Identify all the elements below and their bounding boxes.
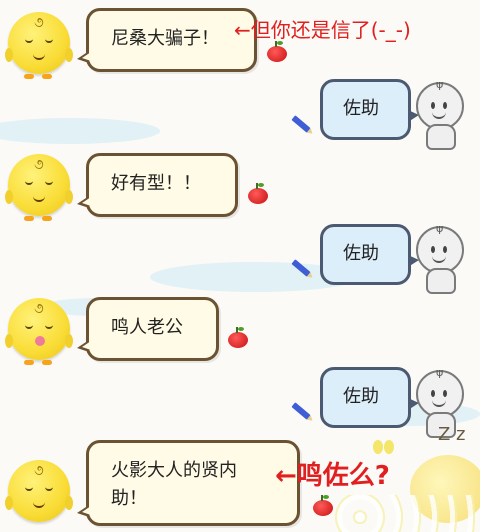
eye-icon [431, 102, 435, 109]
message-bubble-left[interactable]: 火影大人的贤内 助！ [77, 440, 300, 526]
eye-icon [431, 246, 435, 253]
eye-icon [431, 390, 435, 397]
message-text: 鸣人老公 [111, 317, 183, 338]
wing-icon [5, 48, 13, 62]
mouth-icon [33, 194, 45, 202]
hair-icon: ψ [436, 222, 444, 235]
message-bubble-right[interactable]: 佐助 [320, 367, 419, 428]
message-bubble-right[interactable]: 佐助 [320, 79, 419, 140]
curl-icon: ૭ [34, 301, 44, 317]
wing-icon [5, 190, 13, 204]
message-text-line2: 助！ [111, 488, 147, 509]
eye-icon [45, 180, 53, 185]
tongue-icon [35, 336, 45, 346]
foot-icon [42, 360, 52, 365]
chick-avatar[interactable]: ૭ [5, 298, 73, 365]
wing-icon [65, 190, 73, 204]
mouth-icon [33, 500, 45, 508]
curl-icon: ૭ [34, 15, 44, 31]
message-text: 好有型！！ [111, 173, 201, 194]
flowers-decoration [330, 495, 480, 532]
eye-icon [45, 486, 53, 491]
message-annotation: ←但你还是信了(-_-) [234, 18, 411, 42]
eye-icon [45, 38, 53, 43]
mouth-icon [432, 256, 446, 263]
message-text: 佐助 [343, 243, 379, 264]
eye-icon [25, 324, 33, 329]
message-bubble-left[interactable]: 鸣人老公 [77, 297, 219, 361]
foot-icon [24, 74, 34, 79]
apple-icon [228, 327, 248, 348]
message-bubble-right[interactable]: 佐助 [320, 224, 419, 285]
message-text-line1: 火影大人的贤内 [111, 460, 237, 481]
wing-icon [5, 496, 13, 510]
hair-icon: ψ [436, 78, 444, 91]
chick-avatar[interactable]: ૭ [5, 460, 73, 522]
message-bubble-left[interactable]: 尼桑大骗子！ [77, 8, 257, 72]
foot-icon [24, 360, 34, 365]
message-text: 佐助 [343, 386, 379, 407]
eye-icon [443, 246, 447, 253]
boy-body [426, 124, 456, 150]
eye-icon [443, 390, 447, 397]
sleep-z-text: Z z [438, 424, 466, 445]
boy-body [426, 268, 456, 294]
eye-icon [25, 486, 33, 491]
eye-icon [25, 180, 33, 185]
boy-avatar[interactable]: ψ [416, 222, 464, 274]
boy-avatar[interactable]: ψ [416, 78, 464, 130]
chick-avatar[interactable]: ૭ [5, 154, 73, 221]
wing-icon [65, 334, 73, 348]
message-text: 尼桑大骗子！ [111, 28, 219, 49]
wing-icon [65, 496, 73, 510]
curl-icon: ૭ [34, 463, 44, 479]
cloud-decoration [0, 118, 160, 144]
butterfly-icon [373, 440, 395, 456]
boy-avatar[interactable]: ψ [416, 366, 464, 418]
mouth-icon [33, 52, 45, 60]
hair-icon: ψ [436, 366, 444, 379]
chick-avatar[interactable]: ૭ [5, 12, 73, 79]
message-text: 佐助 [343, 98, 379, 119]
foot-icon [42, 74, 52, 79]
foot-icon [42, 216, 52, 221]
wing-icon [65, 48, 73, 62]
wing-icon [5, 334, 13, 348]
pencil-icon [291, 115, 311, 133]
pencil-icon [291, 402, 311, 420]
message-bubble-left[interactable]: 好有型！！ [77, 153, 238, 217]
eye-icon [25, 38, 33, 43]
mouth-icon [432, 112, 446, 119]
eye-icon [45, 324, 53, 329]
apple-icon [248, 183, 268, 204]
curl-icon: ૭ [34, 157, 44, 173]
foot-icon [24, 216, 34, 221]
eye-icon [443, 102, 447, 109]
apple-icon [267, 41, 287, 62]
mouth-icon [432, 400, 446, 407]
message-annotation: ←鸣佐么? [275, 461, 390, 491]
